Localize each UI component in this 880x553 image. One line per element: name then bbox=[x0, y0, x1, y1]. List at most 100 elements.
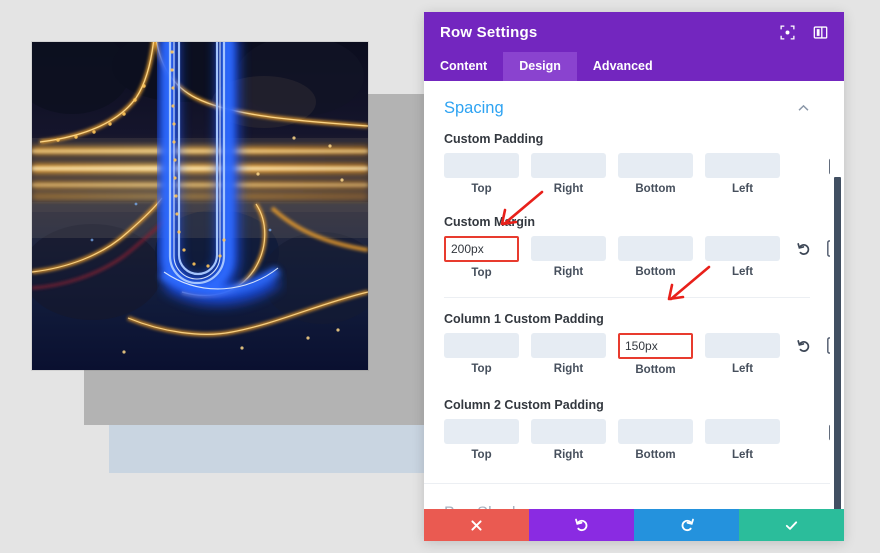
col1-right-caption: Right bbox=[553, 363, 584, 375]
field-margin-bottom: Bottom bbox=[618, 236, 693, 278]
field-col2-top: Top bbox=[444, 419, 519, 461]
field-padding-top: Top bbox=[444, 153, 519, 195]
group-column2-padding-fields: Top Right Bottom Left bbox=[444, 419, 830, 461]
col1-bottom-input[interactable] bbox=[618, 333, 693, 359]
group-custom-margin-fields: Top Right Bottom Left bbox=[444, 236, 830, 279]
padding-top-input[interactable] bbox=[444, 153, 519, 178]
panel-title: Row Settings bbox=[440, 23, 538, 41]
field-padding-left: Left bbox=[705, 153, 780, 195]
panel-body: Spacing Custom Padding Top Right Bottom … bbox=[424, 81, 844, 509]
redo-arrow-icon bbox=[679, 517, 695, 533]
field-col2-left: Left bbox=[705, 419, 780, 461]
group-custom-padding: Custom Padding Top Right Bottom Left bbox=[424, 128, 830, 203]
field-padding-bottom: Bottom bbox=[618, 153, 693, 195]
field-col2-right: Right bbox=[531, 419, 606, 461]
reset-placeholder bbox=[796, 423, 814, 441]
photo-artwork bbox=[32, 42, 368, 370]
margin-bottom-caption: Bottom bbox=[635, 266, 676, 278]
group-column2-padding-label: Column 2 Custom Padding bbox=[444, 398, 604, 412]
expand-fullscreen-icon[interactable] bbox=[780, 24, 795, 40]
group-custom-padding-fields: Top Right Bottom Left bbox=[444, 153, 830, 195]
tab-design[interactable]: Design bbox=[503, 52, 577, 81]
margin-row-tools bbox=[796, 236, 830, 257]
col1-left-input[interactable] bbox=[705, 333, 780, 358]
field-padding-right: Right bbox=[531, 153, 606, 195]
field-col2-bottom: Bottom bbox=[618, 419, 693, 461]
column2-row-tools bbox=[796, 419, 830, 441]
col1-top-input[interactable] bbox=[444, 333, 519, 358]
section-box-shadow[interactable]: Box Shadow bbox=[424, 483, 830, 509]
undo-reset-icon[interactable] bbox=[796, 241, 812, 257]
group-column1-padding-label: Column 1 Custom Padding bbox=[444, 312, 604, 326]
row-settings-panel: Row Settings Content Design Advanced Spa… bbox=[424, 12, 844, 541]
group-column2-padding: Column 2 Custom Padding Top Right Bottom… bbox=[424, 384, 830, 469]
group-column1-padding: Column 1 Custom Padding Top Right Bot bbox=[424, 298, 830, 384]
undo-reset-icon[interactable] bbox=[796, 338, 812, 354]
highway-interchange-photo bbox=[32, 42, 368, 370]
margin-top-input[interactable] bbox=[444, 236, 519, 262]
group-custom-padding-label: Custom Padding bbox=[444, 132, 544, 146]
field-margin-top: Top bbox=[444, 236, 519, 279]
undo-button[interactable] bbox=[529, 509, 634, 541]
redo-button[interactable] bbox=[634, 509, 739, 541]
panel-header-actions bbox=[780, 24, 828, 40]
field-margin-right: Right bbox=[531, 236, 606, 278]
padding-bottom-input[interactable] bbox=[618, 153, 693, 178]
col2-left-caption: Left bbox=[731, 449, 754, 461]
chevron-up-icon[interactable] bbox=[797, 102, 810, 115]
col2-left-input[interactable] bbox=[705, 419, 780, 444]
margin-right-caption: Right bbox=[553, 266, 584, 278]
margin-left-caption: Left bbox=[731, 266, 754, 278]
group-custom-margin-label: Custom Margin bbox=[444, 215, 535, 229]
panel-scrollbar[interactable] bbox=[830, 81, 844, 509]
checkmark-icon bbox=[784, 518, 799, 533]
field-col1-left: Left bbox=[705, 333, 780, 375]
tab-advanced[interactable]: Advanced bbox=[577, 52, 669, 81]
screen-root: Row Settings Content Design Advanced Spa… bbox=[0, 0, 880, 553]
col2-top-input[interactable] bbox=[444, 419, 519, 444]
col1-right-input[interactable] bbox=[531, 333, 606, 358]
padding-left-caption: Left bbox=[731, 183, 754, 195]
col1-bottom-caption: Bottom bbox=[635, 364, 676, 376]
margin-top-caption: Top bbox=[471, 267, 492, 279]
col1-left-caption: Left bbox=[731, 363, 754, 375]
col2-right-input[interactable] bbox=[531, 419, 606, 444]
cancel-button[interactable] bbox=[424, 509, 529, 541]
padding-left-input[interactable] bbox=[705, 153, 780, 178]
panel-tabs: Content Design Advanced bbox=[424, 52, 844, 81]
column1-row-tools bbox=[796, 333, 830, 354]
margin-bottom-input[interactable] bbox=[618, 236, 693, 261]
margin-left-input[interactable] bbox=[705, 236, 780, 261]
col2-right-caption: Right bbox=[553, 449, 584, 461]
panel-footer bbox=[424, 509, 844, 541]
close-x-icon bbox=[470, 519, 483, 532]
section-box-shadow-title: Box Shadow bbox=[444, 504, 537, 509]
tab-content[interactable]: Content bbox=[424, 52, 503, 81]
padding-right-caption: Right bbox=[553, 183, 584, 195]
panel-scroll-area: Spacing Custom Padding Top Right Bottom … bbox=[424, 81, 830, 509]
section-spacing-title: Spacing bbox=[444, 99, 504, 117]
blue-placeholder-block bbox=[109, 425, 424, 473]
col2-top-caption: Top bbox=[471, 449, 492, 461]
field-margin-left: Left bbox=[705, 236, 780, 278]
margin-right-input[interactable] bbox=[531, 236, 606, 261]
col2-bottom-input[interactable] bbox=[618, 419, 693, 444]
section-spacing-header[interactable]: Spacing bbox=[424, 81, 830, 128]
padding-right-input[interactable] bbox=[531, 153, 606, 178]
panel-layout-icon[interactable] bbox=[813, 25, 828, 40]
padding-row-tools bbox=[796, 153, 830, 175]
padding-top-caption: Top bbox=[471, 183, 492, 195]
undo-arrow-icon bbox=[574, 517, 590, 533]
scrollbar-thumb[interactable] bbox=[834, 177, 841, 509]
save-button[interactable] bbox=[739, 509, 844, 541]
field-col1-right: Right bbox=[531, 333, 606, 375]
panel-header: Row Settings bbox=[424, 12, 844, 52]
group-custom-margin: Custom Margin Top Right Bottom bbox=[424, 203, 830, 287]
reset-placeholder bbox=[796, 157, 814, 175]
field-col1-bottom: Bottom bbox=[618, 333, 693, 376]
padding-bottom-caption: Bottom bbox=[635, 183, 676, 195]
col2-bottom-caption: Bottom bbox=[635, 449, 676, 461]
chevron-down-icon[interactable] bbox=[797, 507, 810, 509]
group-column1-padding-fields: Top Right Bottom Left bbox=[444, 333, 830, 376]
col1-top-caption: Top bbox=[471, 363, 492, 375]
